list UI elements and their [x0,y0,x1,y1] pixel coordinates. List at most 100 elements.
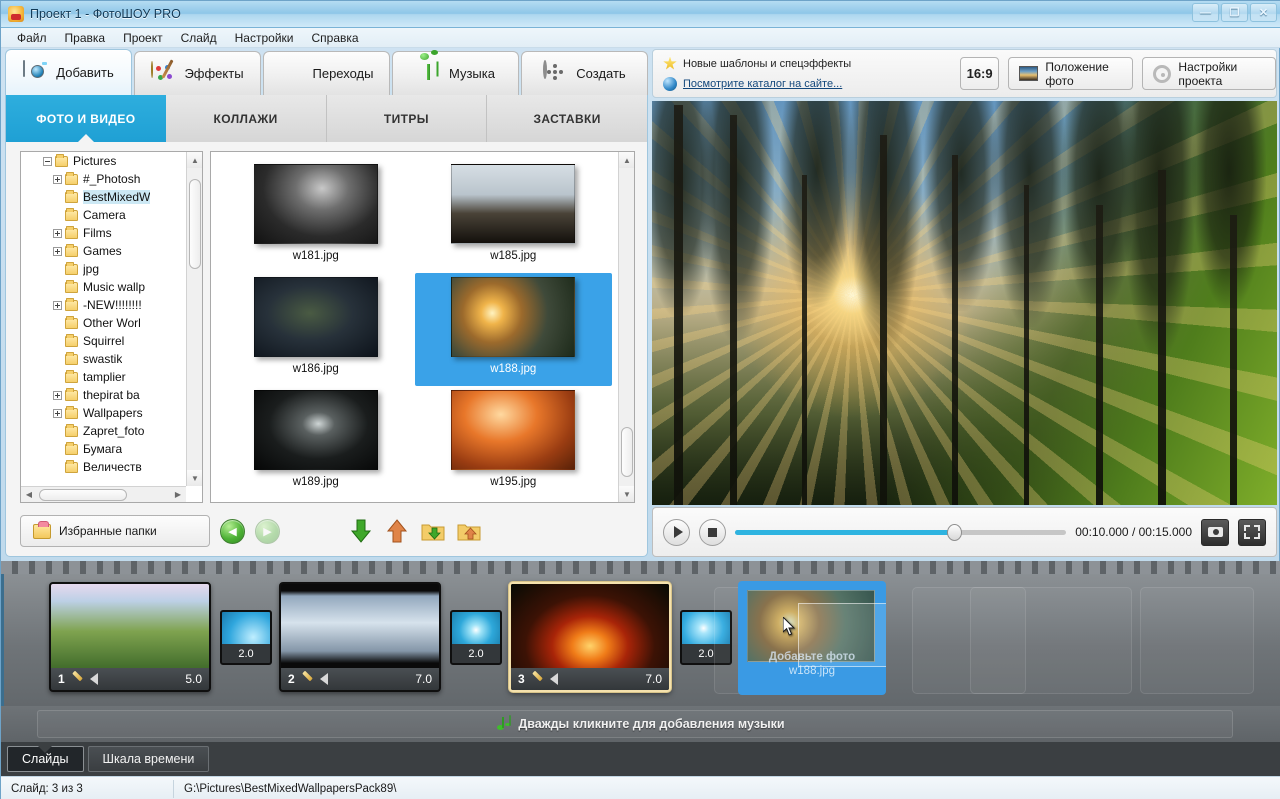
tree-node[interactable]: Величеств [21,458,186,476]
file-item-selected[interactable]: w188.jpg [414,273,612,386]
edit-pencil-icon[interactable] [71,673,84,686]
folder-down-icon[interactable] [420,518,446,544]
tree-node[interactable]: Other Worl [21,314,186,332]
subtab-collages[interactable]: КОЛЛАЖИ [166,95,327,142]
subtab-intros[interactable]: ЗАСТАВКИ [487,95,647,142]
green-down-arrow-icon[interactable] [348,518,374,544]
menu-item-settings[interactable]: Настройки [227,29,302,47]
menu-item-project[interactable]: Проект [115,29,171,47]
tree-node[interactable]: Camera [21,206,186,224]
stop-icon[interactable] [699,518,726,546]
tree-node[interactable]: -NEW!!!!!!!! [21,296,186,314]
edit-pencil-icon[interactable] [531,673,544,686]
promo-link-row[interactable]: Посмотрите каталог на сайте... [663,74,944,94]
scroll-down-icon[interactable]: ▼ [619,486,634,502]
seek-slider[interactable] [735,522,1067,542]
tree-node[interactable]: tamplier [21,368,186,386]
tree-hscroll-thumb[interactable] [39,488,127,501]
empty-slide-slot[interactable] [1140,587,1254,694]
preview-viewport[interactable] [652,101,1277,505]
seek-handle[interactable] [946,523,962,541]
tab-create[interactable]: Создать [521,51,648,95]
scroll-down-icon[interactable]: ▼ [187,470,202,486]
menu-item-slide[interactable]: Слайд [173,29,225,47]
slide-item[interactable]: 2 7.0 [279,582,441,692]
tree-horizontal-scrollbar[interactable]: ◀ ▶ [21,486,186,502]
drop-target-card[interactable]: Добавьте фото w188.jpg [738,581,886,695]
expand-icon[interactable] [53,246,62,256]
tree-node[interactable]: Wallpapers [21,404,186,422]
slide-item-active[interactable]: 3 7.0 [509,582,671,692]
photo-position-button[interactable]: Положение фото [1008,57,1134,90]
tab-transitions[interactable]: Переходы [263,51,390,95]
favorite-folders-button[interactable]: Избранные папки [20,515,210,547]
subtab-photo-video[interactable]: ФОТО И ВИДЕО [6,95,166,143]
scroll-up-icon[interactable]: ▲ [619,152,634,168]
file-item[interactable]: w181.jpg [217,160,415,273]
slides-timeline[interactable]: 1 5.0 2.0 2 7.0 2.0 3 7.0 2.0 Добавьте ф… [1,574,1280,706]
subtab-titles[interactable]: ТИТРЫ [327,95,488,142]
tree-node[interactable]: swastik [21,350,186,368]
file-item[interactable]: w189.jpg [217,386,415,499]
folder-tree[interactable]: Pictures #_Photosh BestMixedW Camera Fil… [20,151,203,503]
orange-up-arrow-icon[interactable] [384,518,410,544]
tab-effects[interactable]: Эффекты [134,51,261,95]
scroll-right-icon[interactable]: ▶ [170,487,186,503]
back-arrow-icon[interactable]: ◀ [220,518,245,544]
scroll-left-icon[interactable]: ◀ [21,487,37,503]
tree-node[interactable]: Squirrel [21,332,186,350]
slide-item[interactable]: 1 5.0 [49,582,211,692]
tab-timeline[interactable]: Шкала времени [87,746,210,772]
expand-icon[interactable] [53,390,62,400]
tree-node[interactable]: Music wallp [21,278,186,296]
folder-up-icon[interactable] [456,518,482,544]
speaker-icon[interactable] [89,673,98,685]
speaker-icon[interactable] [319,673,328,685]
expand-icon[interactable] [53,228,62,238]
menu-item-help[interactable]: Справка [303,29,366,47]
fullscreen-icon[interactable] [1238,518,1266,546]
tree-vertical-scrollbar[interactable]: ▲ ▼ [186,152,202,486]
tab-music[interactable]: Музыка [392,51,519,95]
tab-add[interactable]: Добавить [5,49,132,95]
collapse-icon[interactable] [43,156,52,166]
expand-icon[interactable] [53,300,62,310]
project-settings-button[interactable]: Настройки проекта [1142,57,1277,90]
grid-scroll-thumb[interactable] [621,427,633,477]
drop-slide-slot[interactable]: Добавьте фото w188.jpg [714,581,886,695]
tree-node[interactable]: jpg [21,260,186,278]
play-icon[interactable] [663,518,690,546]
empty-slide-slot[interactable] [970,587,1132,694]
expand-icon[interactable] [53,174,62,184]
grid-vertical-scrollbar[interactable]: ▲ ▼ [618,152,634,502]
menu-item-edit[interactable]: Правка [57,29,114,47]
tree-node[interactable]: thepirat ba [21,386,186,404]
forward-arrow-icon[interactable]: ▶ [255,518,280,544]
scroll-up-icon[interactable]: ▲ [187,152,202,168]
tree-scroll-thumb[interactable] [189,179,201,269]
minimize-button[interactable]: — [1192,3,1219,22]
file-item[interactable]: w186.jpg [217,273,415,386]
file-item[interactable]: w185.jpg [415,160,613,273]
music-track-strip[interactable]: Дважды кликните для добавления музыки [1,706,1280,742]
transition-item[interactable]: 2.0 [220,610,272,665]
tree-node[interactable]: Zapret_foto [21,422,186,440]
speaker-icon[interactable] [549,673,558,685]
file-item[interactable]: w195.jpg [415,386,613,499]
transition-item[interactable]: 2.0 [450,610,502,665]
tab-slides[interactable]: Слайды [7,746,84,772]
tree-node[interactable]: Pictures [21,152,186,170]
edit-pencil-icon[interactable] [301,673,314,686]
promo-link[interactable]: Посмотрите каталог на сайте... [683,78,842,90]
tree-node[interactable]: Films [21,224,186,242]
close-button[interactable]: ✕ [1250,3,1277,22]
tree-node[interactable]: Бумага [21,440,186,458]
maximize-button[interactable]: ❐ [1221,3,1248,22]
camera-snapshot-icon[interactable] [1201,518,1229,546]
aspect-ratio-button[interactable]: 16:9 [959,57,1000,90]
tree-node[interactable]: Games [21,242,186,260]
expand-icon[interactable] [53,408,62,418]
tree-node[interactable]: #_Photosh [21,170,186,188]
tree-node-selected[interactable]: BestMixedW [21,188,186,206]
menu-item-file[interactable]: Файл [9,29,55,47]
